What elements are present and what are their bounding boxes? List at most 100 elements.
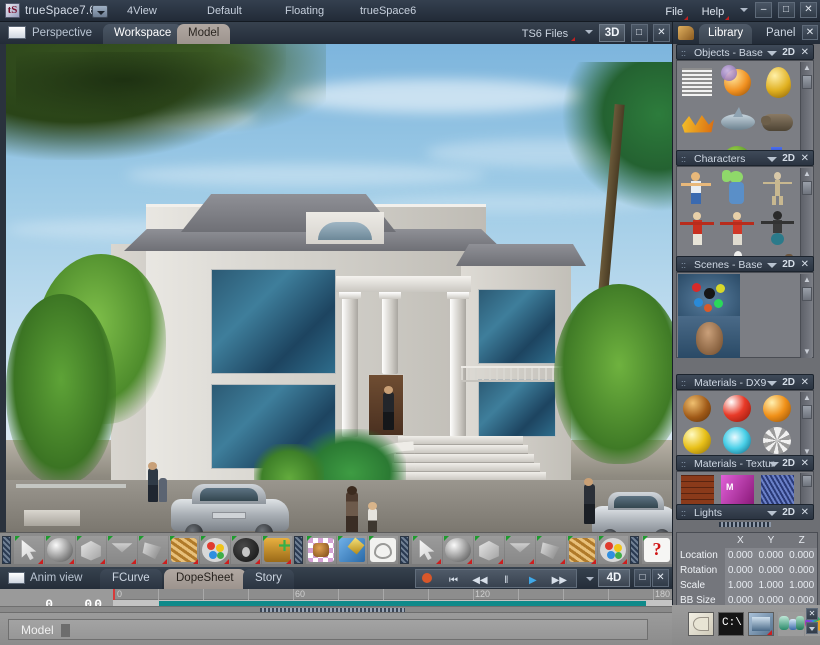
rotation-x-value[interactable]: 0.000 <box>725 563 756 578</box>
chevron-down-icon[interactable] <box>767 381 777 386</box>
close-icon[interactable]: ✕ <box>801 376 809 390</box>
bevel-icon[interactable] <box>107 536 137 564</box>
panel-title-bar[interactable]: :: Lights 2D ✕ <box>676 504 814 520</box>
shape-heart-icon[interactable] <box>368 536 398 564</box>
maximize-button[interactable]: □ <box>777 2 795 18</box>
panel-grip-icon[interactable]: :: <box>681 378 686 388</box>
pointer-select-icon[interactable] <box>412 536 442 564</box>
chevron-down-icon[interactable] <box>767 51 777 56</box>
panel-title-bar[interactable]: :: Objects - Base 2D ✕ <box>676 44 814 60</box>
scroll-up-icon[interactable]: ▲ <box>802 169 812 179</box>
anim-restore-button[interactable]: □ <box>634 569 651 587</box>
panel-mode-2d[interactable]: 2D <box>782 457 795 471</box>
scrollbar-thumb[interactable] <box>802 181 812 195</box>
denim-texture-thumb[interactable] <box>758 473 798 507</box>
panel-grip-icon[interactable]: :: <box>681 154 686 164</box>
panel-title-bar[interactable]: :: Materials - DX9 2D ✕ <box>676 374 814 390</box>
sweep-icon[interactable] <box>536 536 566 564</box>
deform-icon[interactable] <box>169 536 199 564</box>
workspace-menu-truespace6[interactable]: trueSpace6 <box>360 3 416 19</box>
paint-palette-icon[interactable] <box>598 536 628 564</box>
figure-red2-thumb[interactable] <box>718 208 758 248</box>
orange-gloss-thumb[interactable] <box>758 392 798 425</box>
panel-grip-icon[interactable]: :: <box>681 508 686 518</box>
sphere-primitive-icon[interactable] <box>443 536 473 564</box>
objects-group-icon[interactable] <box>778 612 804 636</box>
3d-viewport[interactable] <box>6 44 672 532</box>
chevron-down-icon[interactable] <box>806 622 818 634</box>
green-alien-thumb[interactable] <box>718 168 758 208</box>
workspace-menu-default[interactable]: Default <box>207 3 242 19</box>
panel-title-bar[interactable]: :: Scenes - Base 2D ✕ <box>676 256 814 272</box>
play-button[interactable]: ▶ <box>522 572 544 589</box>
tab-dopesheet[interactable]: DopeSheet <box>164 569 246 589</box>
tab-panel[interactable]: Panel <box>757 24 804 44</box>
panel-mode-2d[interactable]: 2D <box>782 152 795 166</box>
chevron-down-icon[interactable] <box>767 263 777 268</box>
scroll-down-icon[interactable]: ▼ <box>802 347 812 357</box>
pointer-select-icon[interactable] <box>14 536 44 564</box>
drag-grip-icon[interactable] <box>2 536 11 564</box>
scrollbar-thumb[interactable] <box>802 475 812 487</box>
drag-grip-icon[interactable] <box>400 536 409 564</box>
panel-mode-2d[interactable]: 2D <box>782 376 795 390</box>
panel-scrollbar[interactable] <box>800 473 812 507</box>
grid-mesh-thumb[interactable] <box>678 62 718 102</box>
chrome-thumb[interactable] <box>758 425 798 458</box>
fast-forward-button[interactable]: ▶▶ <box>548 572 570 589</box>
viewport-close-button[interactable]: ✕ <box>653 24 670 42</box>
panel-mode-2d[interactable]: 2D <box>782 506 795 520</box>
rust-material-thumb[interactable] <box>678 392 718 425</box>
minimize-button[interactable]: – <box>755 2 773 18</box>
sweep-icon[interactable] <box>138 536 168 564</box>
scroll-up-icon[interactable]: ▲ <box>802 275 812 285</box>
scroll-up-icon[interactable]: ▲ <box>802 393 812 403</box>
tab-library[interactable]: Library <box>699 24 753 44</box>
scale-y-value[interactable]: 1.000 <box>755 578 787 593</box>
viewport-restore-button[interactable]: □ <box>630 24 648 42</box>
close-icon[interactable]: ✕ <box>801 258 809 272</box>
torus-primitive-icon[interactable] <box>231 536 261 564</box>
rhino-thumb[interactable] <box>758 102 798 142</box>
view-square-icon[interactable] <box>8 26 26 39</box>
yellow-gloss-thumb[interactable] <box>678 425 718 458</box>
rotation-z-value[interactable]: 0.000 <box>786 563 817 578</box>
panel-grip-icon[interactable]: :: <box>681 260 686 270</box>
tab-workspace[interactable]: Workspace <box>103 24 183 44</box>
panel-mode-2d[interactable]: 2D <box>782 46 795 60</box>
panel-mode-2d[interactable]: 2D <box>782 258 795 272</box>
skip-start-button[interactable]: ⏮ <box>442 572 464 589</box>
scrollbar-thumb[interactable] <box>802 405 812 419</box>
gold-egg-thumb[interactable] <box>758 62 798 102</box>
cube-primitive-icon[interactable] <box>76 536 106 564</box>
location-z-value[interactable]: 0.000 <box>786 548 817 563</box>
menu-help[interactable]: Help <box>695 4 732 22</box>
brick-texture-thumb[interactable] <box>678 473 718 507</box>
panel-title-bar[interactable]: :: Materials - Textur 2D ✕ <box>676 455 814 471</box>
workspace-menu-floating[interactable]: Floating <box>285 3 324 19</box>
panel-grip-icon[interactable]: :: <box>681 459 686 469</box>
molecule-scene-thumb[interactable] <box>678 274 740 316</box>
chevron-down-icon[interactable] <box>584 571 596 587</box>
scrollbar-thumb[interactable] <box>802 287 812 301</box>
scene-render-icon[interactable] <box>748 612 774 636</box>
help-question-icon[interactable]: ? <box>642 536 672 564</box>
panel-title-bar[interactable]: :: Characters 2D ✕ <box>676 150 814 166</box>
flame-thumb[interactable] <box>678 102 718 142</box>
dock-close-button[interactable]: ✕ <box>802 25 818 40</box>
shark-thumb[interactable] <box>718 102 758 142</box>
close-button[interactable]: ✕ <box>800 2 817 18</box>
pause-button[interactable]: ‖ <box>495 572 517 589</box>
panel-scrollbar[interactable]: ▲ ▼ <box>800 274 812 358</box>
rotation-y-value[interactable]: 0.000 <box>755 563 787 578</box>
workspace-menu-4view[interactable]: 4View <box>127 3 157 19</box>
record-button[interactable] <box>416 572 438 589</box>
workspace-dropdown-button[interactable] <box>92 5 108 18</box>
bevel-icon[interactable] <box>505 536 535 564</box>
cube-primitive-icon[interactable] <box>474 536 504 564</box>
paint-palette-icon[interactable] <box>200 536 230 564</box>
scrollbar-thumb[interactable] <box>802 75 812 89</box>
dock-bottom-close-icon[interactable]: ✕ <box>806 608 818 620</box>
chevron-down-icon[interactable] <box>583 24 595 40</box>
location-x-value[interactable]: 0.000 <box>725 548 756 563</box>
